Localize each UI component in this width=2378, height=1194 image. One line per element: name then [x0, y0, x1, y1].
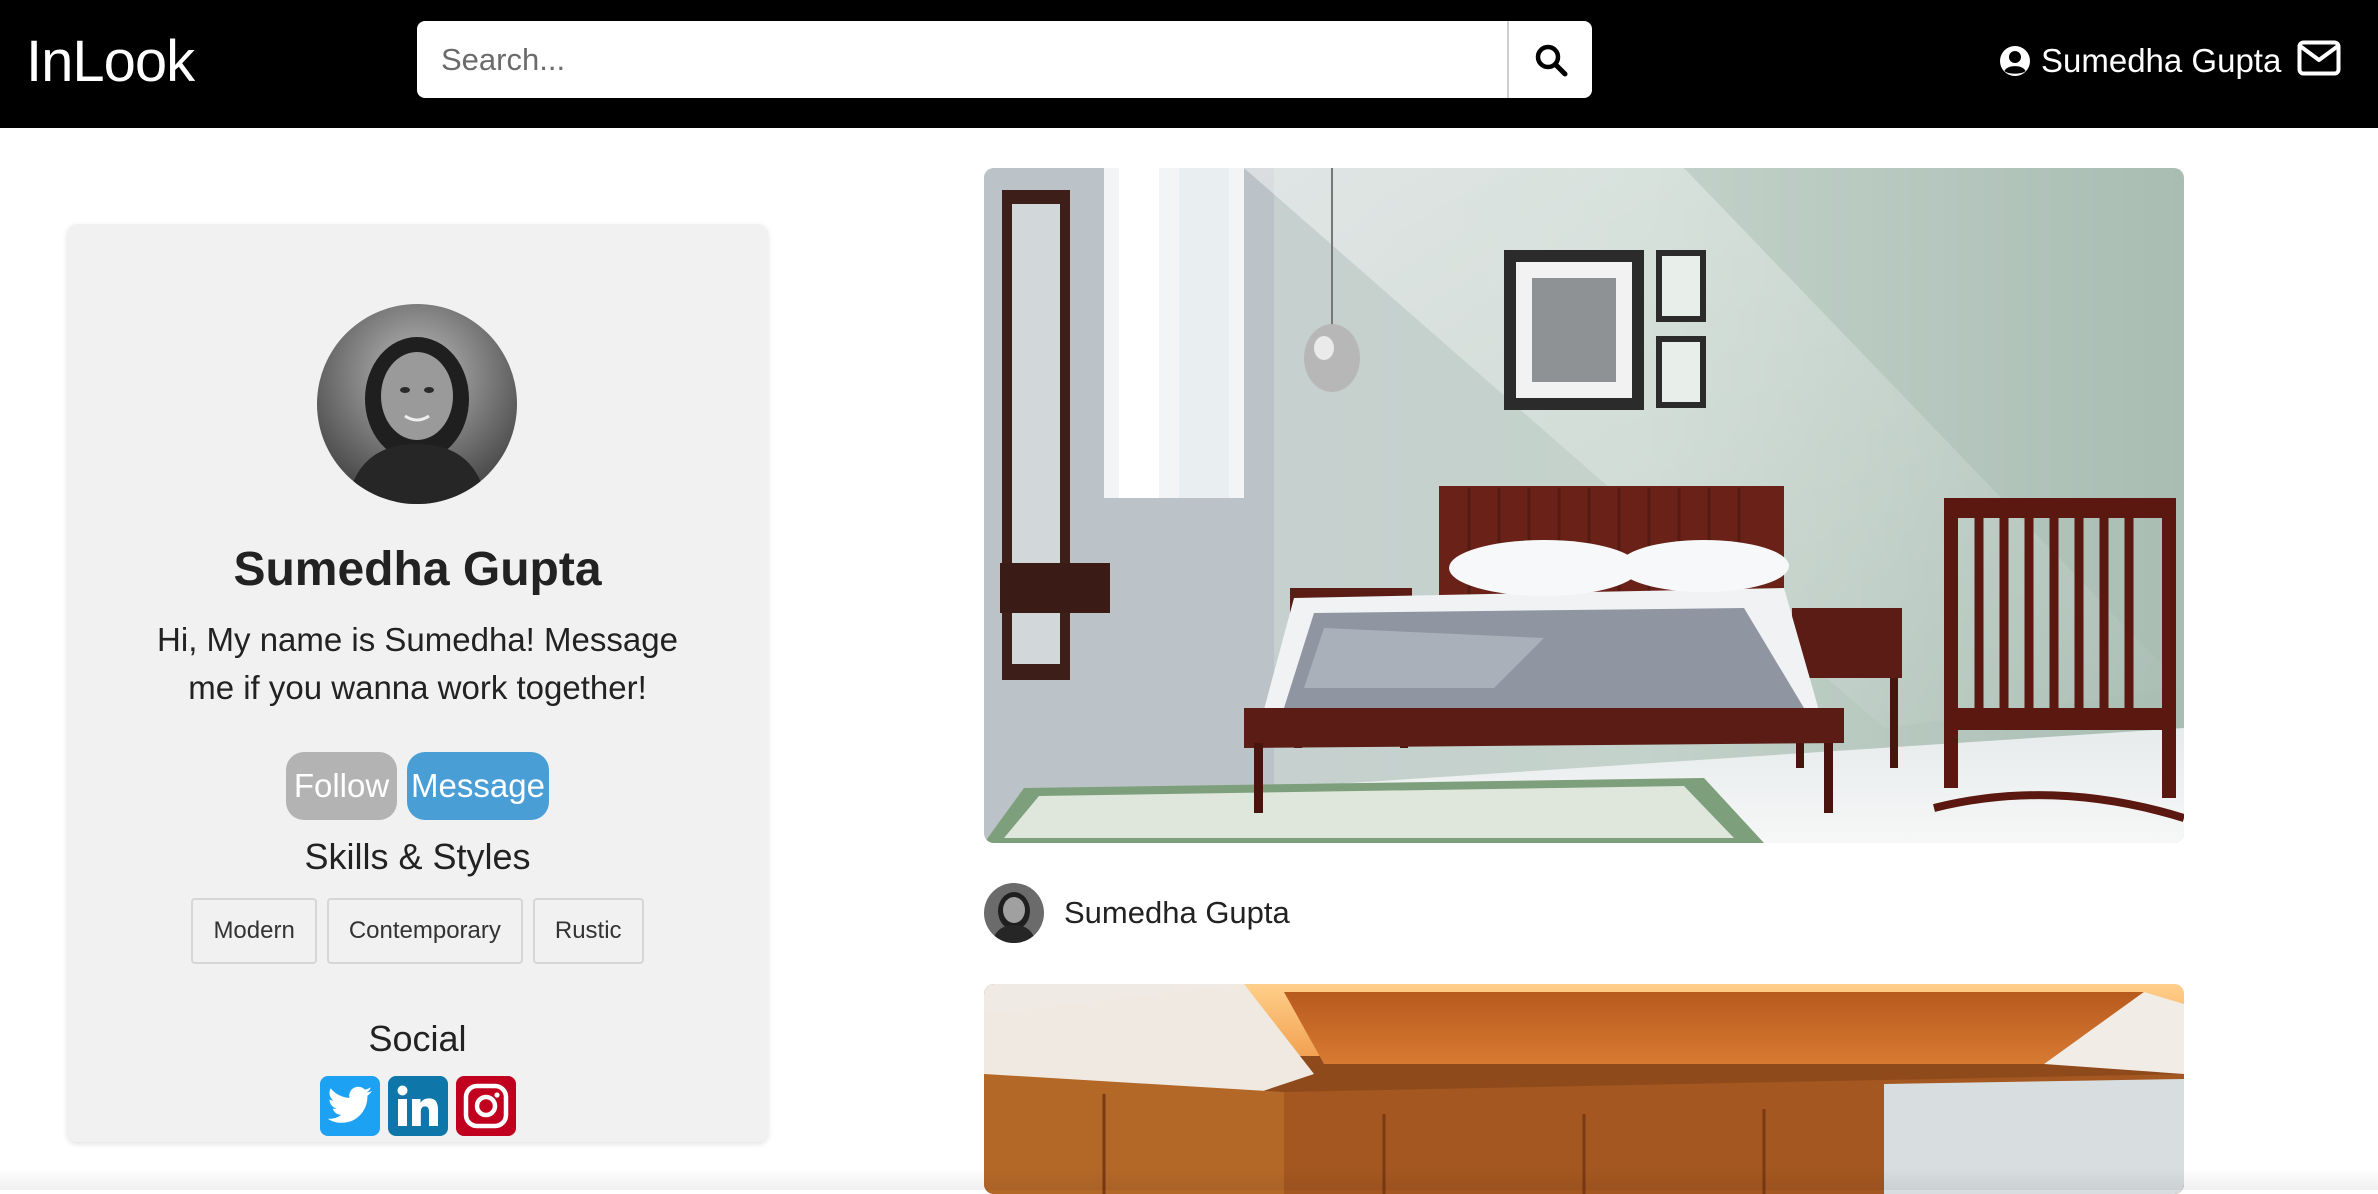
profile-avatar — [317, 304, 517, 504]
post-author-avatar — [984, 883, 1044, 943]
linkedin-icon[interactable] — [387, 1076, 448, 1136]
profile-actions: Follow Message — [67, 752, 768, 820]
post-image-wood-ceiling[interactable] — [984, 984, 2184, 1194]
top-navbar: InLook Sumedha Gupta — [0, 0, 2378, 128]
brand-logo[interactable]: InLook — [26, 28, 195, 95]
envelope-icon[interactable] — [2297, 40, 2341, 76]
search-bar — [417, 21, 1592, 98]
skills-list: Modern Contemporary Rustic — [67, 898, 768, 964]
twitter-icon[interactable] — [319, 1076, 380, 1136]
profile-bio: Hi, My name is Sumedha! Message me if yo… — [157, 621, 678, 706]
skill-tag-contemporary[interactable]: Contemporary — [326, 898, 523, 964]
search-icon — [1535, 44, 1567, 76]
profile-card: Sumedha Gupta Hi, My name is Sumedha! Me… — [67, 224, 768, 1142]
post-author[interactable]: Sumedha Gupta — [984, 883, 1290, 943]
skill-tag-modern[interactable]: Modern — [191, 898, 317, 964]
instagram-icon[interactable] — [455, 1076, 516, 1136]
social-links — [67, 1076, 768, 1136]
user-name: Sumedha Gupta — [2041, 42, 2282, 79]
search-input[interactable] — [417, 21, 1510, 98]
follow-button[interactable]: Follow — [286, 752, 397, 820]
user-circle-icon — [2000, 46, 2030, 76]
profile-name: Sumedha Gupta — [233, 543, 602, 596]
post-image-bedroom[interactable] — [984, 168, 2184, 843]
social-heading: Social — [368, 1018, 467, 1059]
user-menu[interactable]: Sumedha Gupta — [1999, 38, 2281, 84]
skills-heading: Skills & Styles — [304, 836, 531, 877]
message-button[interactable]: Message — [407, 752, 549, 820]
skill-tag-rustic[interactable]: Rustic — [532, 898, 644, 964]
search-button[interactable] — [1507, 21, 1592, 98]
post-author-name: Sumedha Gupta — [1064, 895, 1290, 930]
